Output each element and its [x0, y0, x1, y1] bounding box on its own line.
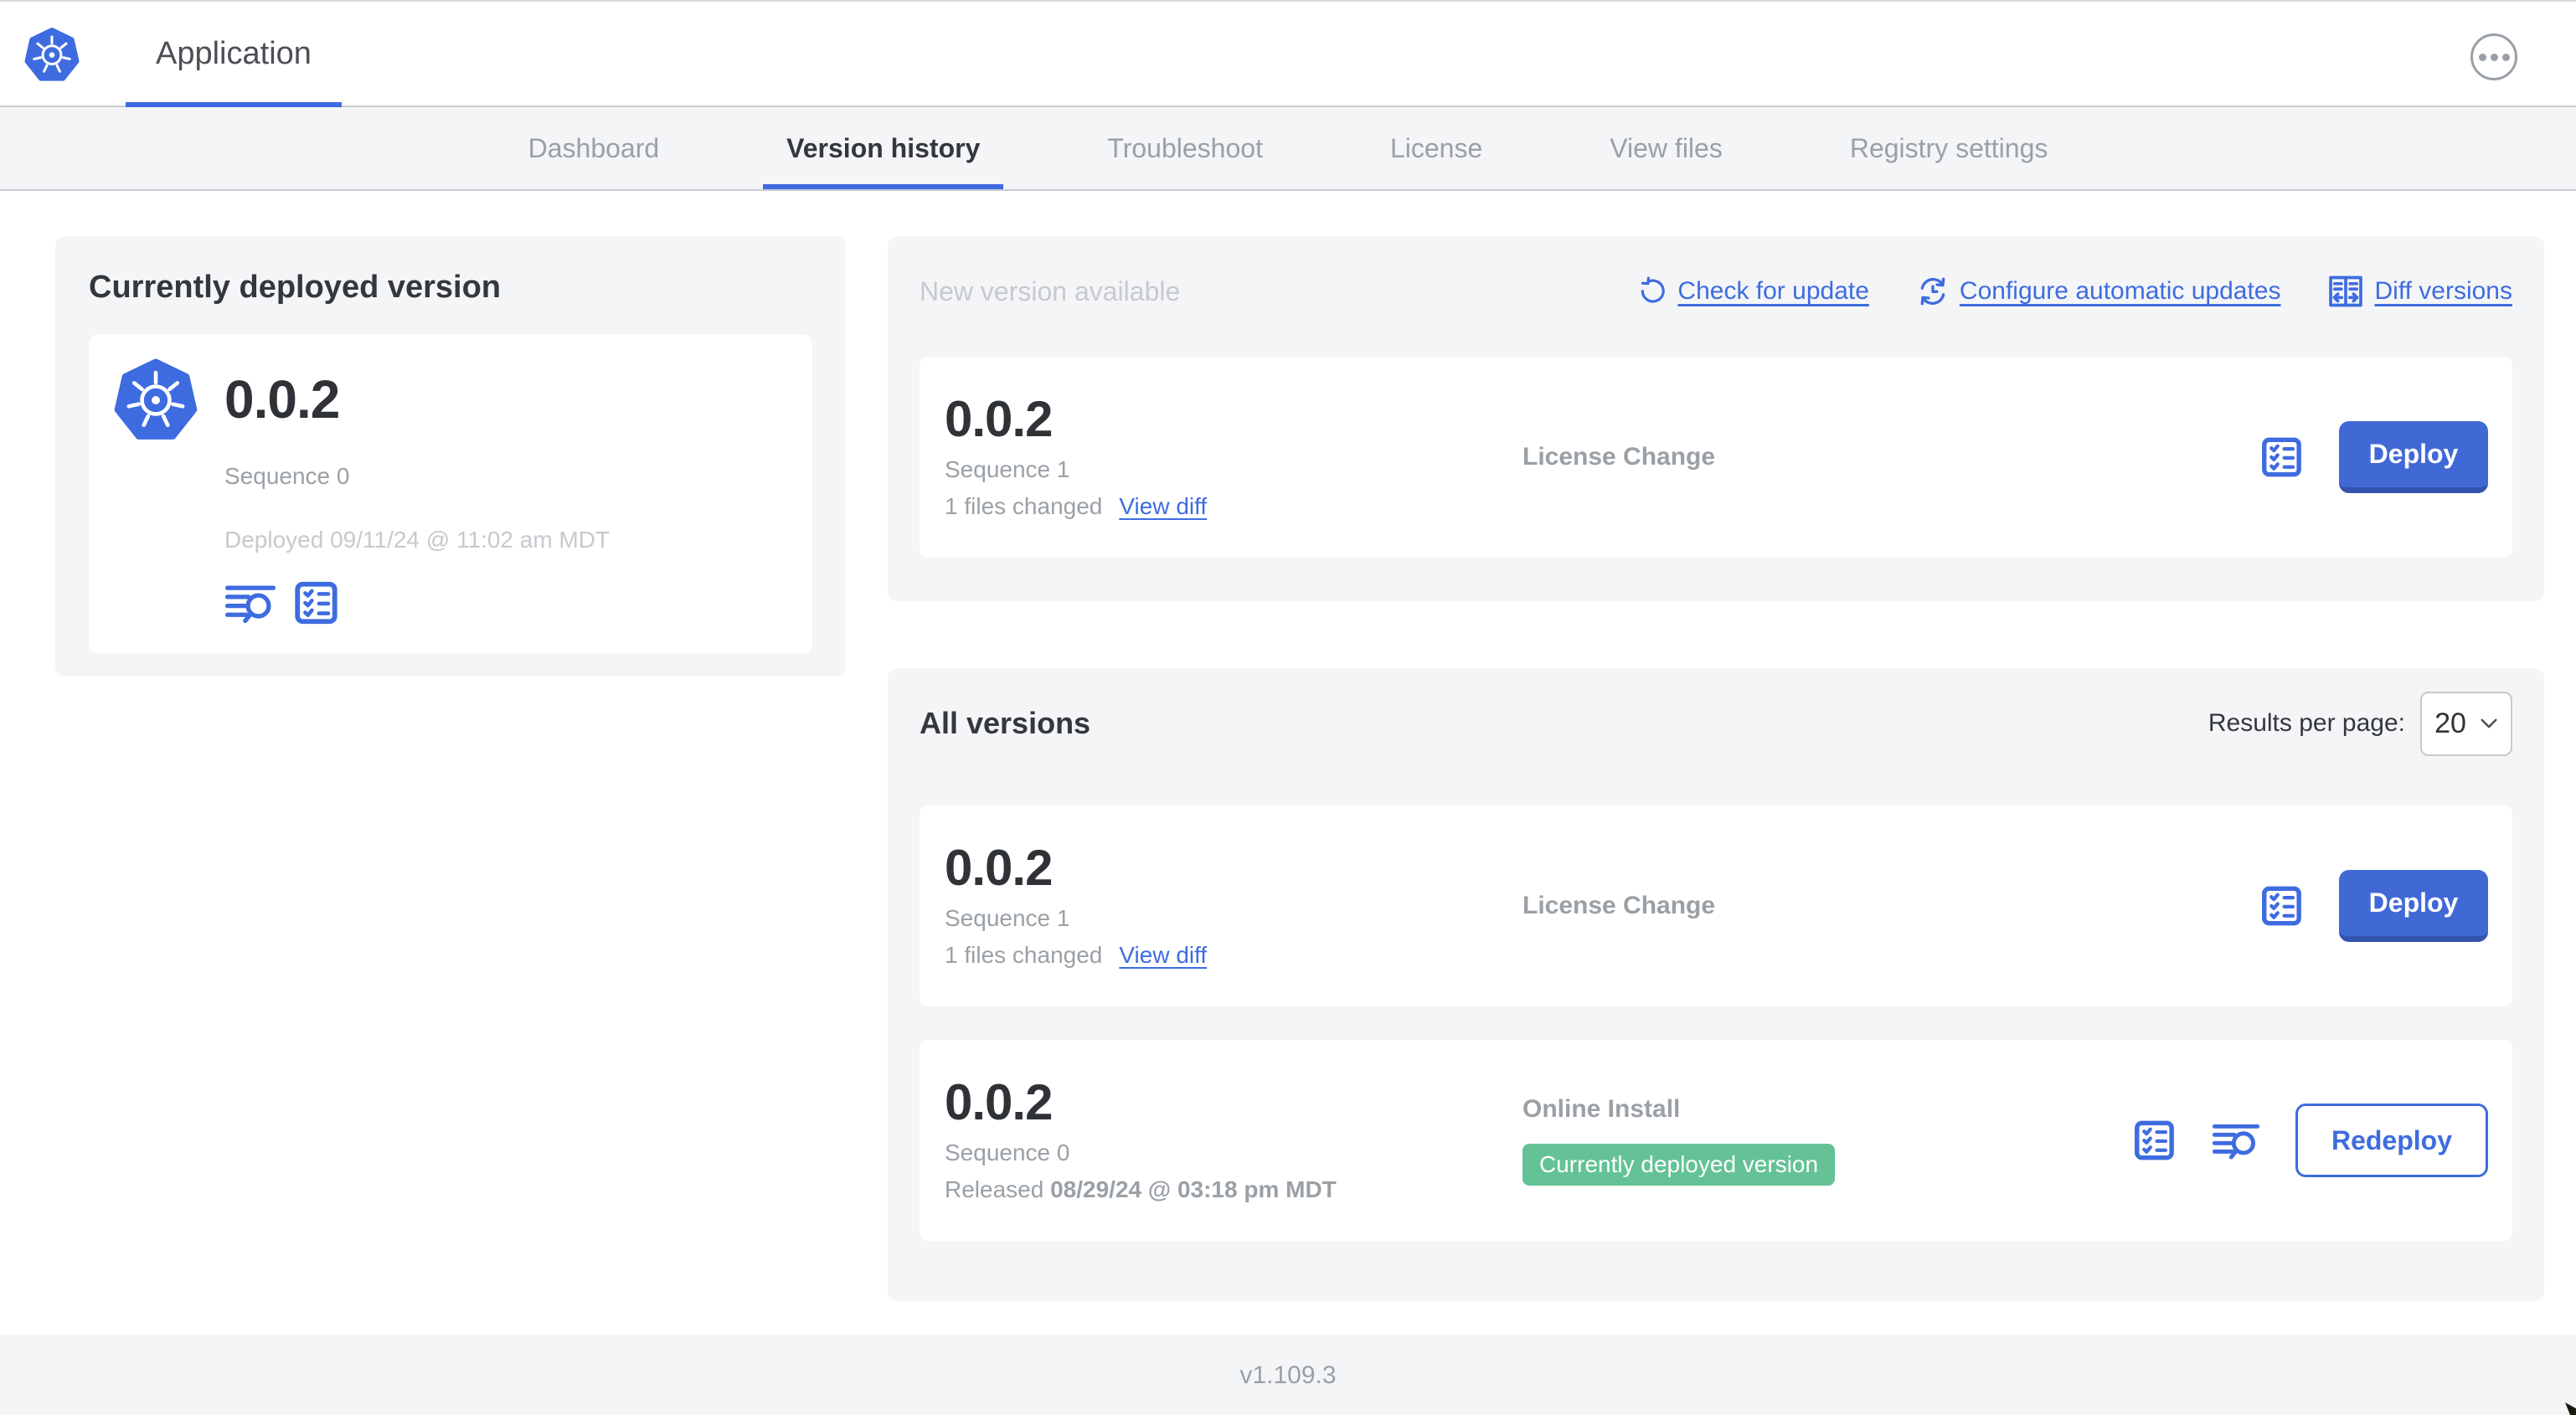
app-window: Application Dashboard Version history Tr… — [0, 0, 2576, 1415]
check-for-update-link[interactable]: Check for update — [1637, 276, 1869, 306]
released-timestamp: Released 08/29/24 @ 03:18 pm MDT — [945, 1176, 1337, 1202]
version-checks-button[interactable] — [291, 579, 340, 627]
nav-tabs: Dashboard Version history Troubleshoot L… — [0, 107, 2576, 191]
checklist-icon — [2131, 1118, 2177, 1163]
tab-license[interactable]: License — [1367, 107, 1506, 189]
tab-registry-settings[interactable]: Registry settings — [1826, 107, 2072, 189]
version-row: 0.0.2 Sequence 1 1 files changed View di… — [920, 805, 2512, 1006]
tab-view-files[interactable]: View files — [1586, 107, 1746, 189]
new-version-title: New version available — [920, 275, 1181, 306]
configure-automatic-updates-link[interactable]: Configure automatic updates — [1916, 275, 2280, 308]
deployed-timestamp: Deployed 09/11/24 @ 11:02 am MDT — [224, 527, 611, 553]
checklist-icon — [291, 579, 340, 627]
deployed-sequence-label: Sequence 0 — [224, 463, 350, 489]
version-row: 0.0.2 Sequence 0 Released 08/29/24 @ 03:… — [920, 1040, 2512, 1241]
new-version-panel: New version available Check for update C… — [888, 236, 2544, 601]
currently-deployed-title: Currently deployed version — [89, 270, 502, 305]
all-versions-title: All versions — [920, 706, 1091, 740]
footer: v1.109.3 — [0, 1335, 2576, 1415]
view-logs-button[interactable] — [2212, 1118, 2260, 1163]
files-changed-label: 1 files changed — [945, 493, 1103, 519]
version-source-label: License Change — [1522, 443, 1716, 471]
main-content: Currently deployed version 0.0.2 Sequenc… — [0, 191, 2576, 1335]
ellipsis-icon — [2478, 53, 2486, 61]
deploy-button[interactable]: Deploy — [2339, 421, 2488, 493]
kubernetes-logo-icon — [114, 358, 198, 441]
version-source-label: License Change — [1522, 892, 1716, 919]
deploy-button[interactable]: Deploy — [2339, 870, 2488, 942]
new-version-row: 0.0.2 Sequence 1 1 files changed View di… — [920, 357, 2512, 558]
checklist-icon — [2259, 883, 2304, 929]
currently-deployed-badge: Currently deployed version — [1522, 1144, 1836, 1186]
diff-icon — [2327, 273, 2364, 310]
kubernetes-logo-icon — [24, 27, 80, 82]
view-logs-icon — [224, 579, 276, 627]
tab-version-history[interactable]: Version history — [763, 107, 1004, 189]
view-logs-button[interactable] — [224, 579, 276, 627]
files-changed-label: 1 files changed — [945, 942, 1103, 968]
version-checks-button[interactable] — [2259, 883, 2304, 929]
version-number: 0.0.2 — [945, 1074, 1053, 1130]
top-header: Application — [0, 2, 2576, 107]
version-source-label: Online Install — [1522, 1095, 1681, 1123]
all-versions-panel: All versions Results per page: 20 0.0.2 — [888, 668, 2544, 1301]
update-actions: Check for update Configure automatic upd… — [1637, 273, 2512, 310]
refresh-icon — [1637, 276, 1667, 306]
console-version: v1.109.3 — [1239, 1361, 1337, 1389]
view-diff-link[interactable]: View diff — [1119, 493, 1207, 520]
deployed-version-card: 0.0.2 Sequence 0 Deployed 09/11/24 @ 11:… — [89, 334, 812, 654]
redeploy-button[interactable]: Redeploy — [2295, 1104, 2488, 1177]
sequence-label: Sequence 1 — [945, 905, 1070, 931]
results-per-page: Results per page: 20 — [2208, 691, 2512, 756]
diff-versions-link[interactable]: Diff versions — [2327, 273, 2512, 310]
more-options-button[interactable] — [2470, 33, 2517, 80]
version-number: 0.0.2 — [945, 391, 1053, 447]
app-title-tab[interactable]: Application — [126, 2, 342, 107]
deployed-version-number: 0.0.2 — [224, 369, 340, 430]
sync-clock-icon — [1916, 275, 1950, 308]
chevron-down-icon — [2480, 718, 2498, 729]
tab-dashboard[interactable]: Dashboard — [505, 107, 683, 189]
sequence-label: Sequence 1 — [945, 456, 1070, 482]
view-diff-link[interactable]: View diff — [1119, 942, 1207, 969]
sequence-label: Sequence 0 — [945, 1140, 1070, 1165]
results-per-page-select[interactable]: 20 — [2420, 691, 2512, 756]
tab-troubleshoot[interactable]: Troubleshoot — [1084, 107, 1286, 189]
view-logs-icon — [2212, 1118, 2260, 1163]
right-column: New version available Check for update C… — [888, 236, 2544, 1301]
checklist-icon — [2259, 435, 2304, 480]
version-checks-button[interactable] — [2259, 435, 2304, 480]
app-title: Application — [156, 35, 312, 71]
currently-deployed-panel: Currently deployed version 0.0.2 Sequenc… — [55, 236, 846, 677]
version-number: 0.0.2 — [945, 840, 1053, 896]
version-checks-button[interactable] — [2131, 1118, 2177, 1163]
results-per-page-label: Results per page: — [2208, 709, 2405, 737]
